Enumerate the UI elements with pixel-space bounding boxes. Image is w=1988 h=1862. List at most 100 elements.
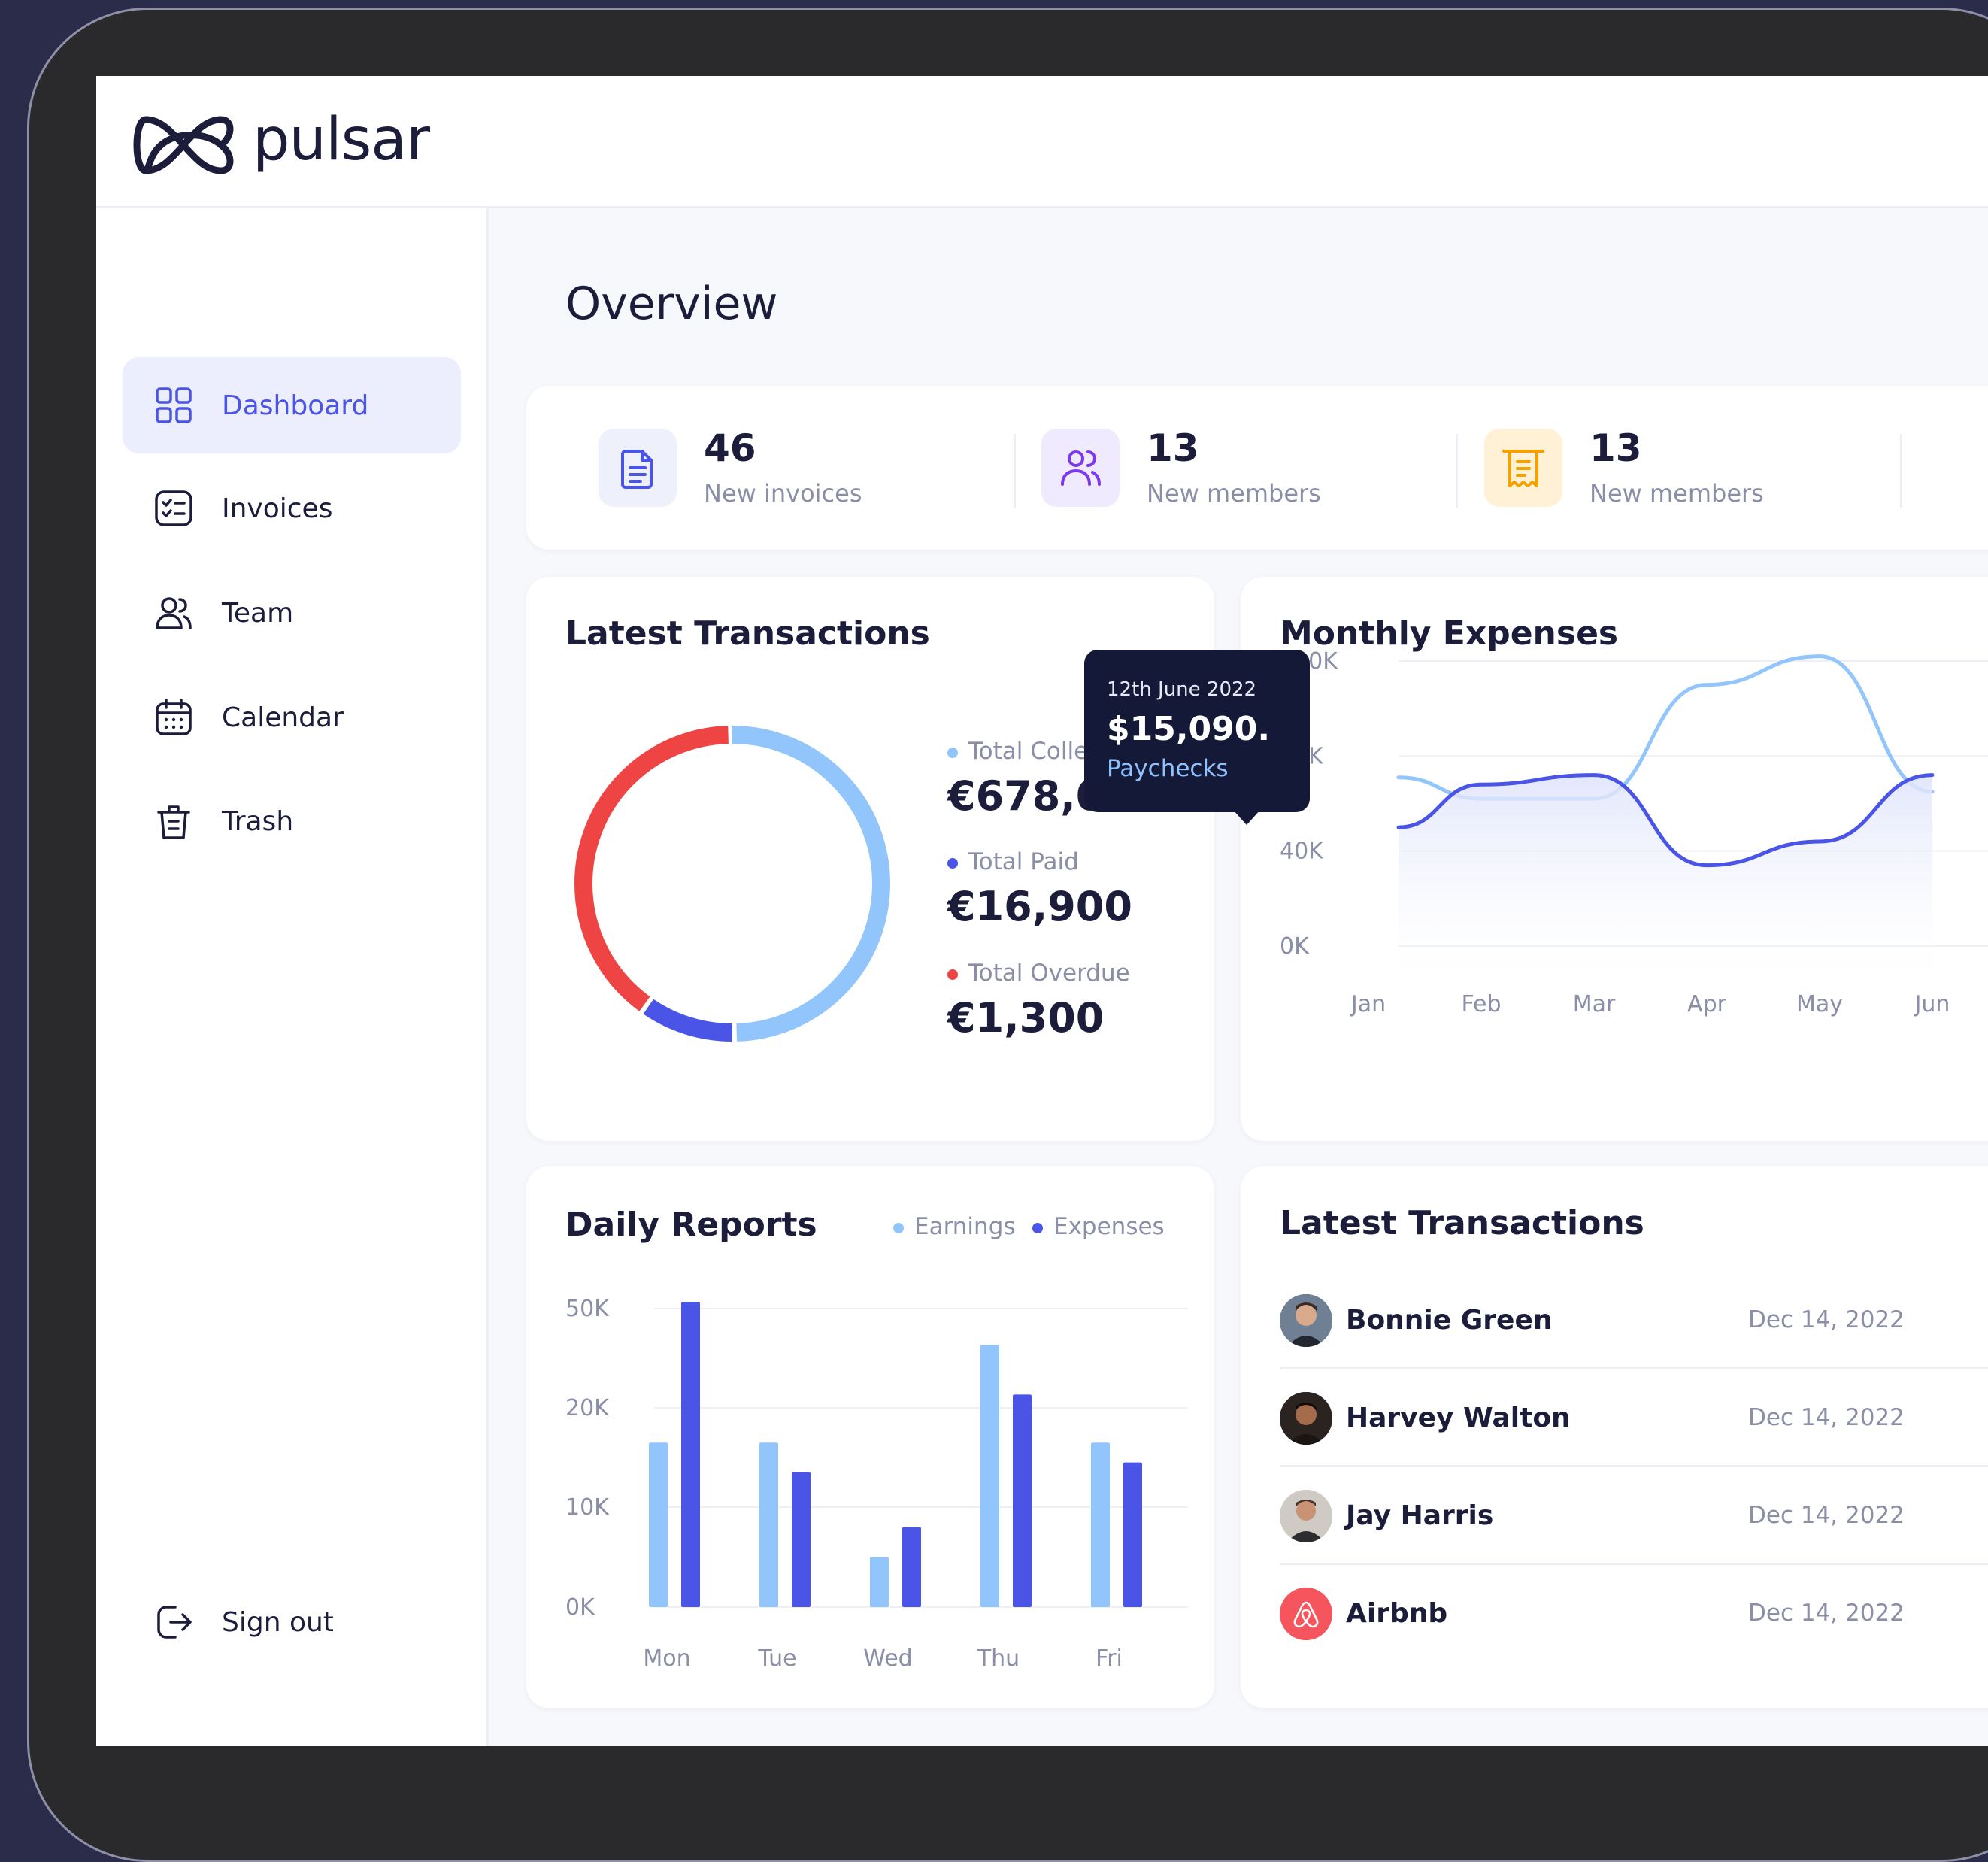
sign-out-label: Sign out bbox=[222, 1606, 334, 1638]
daily-reports-chart: 50K 20K 10K 0K Mon Tue Wed Thu Fri bbox=[565, 1296, 1188, 1672]
sidebar-item-invoices[interactable]: Invoices bbox=[123, 460, 461, 556]
tooltip-value: $15,090. bbox=[1107, 710, 1271, 748]
stat-label: New invoices bbox=[704, 479, 862, 508]
x-tick-label: Tue bbox=[757, 1645, 796, 1672]
total-overdue-value: €1,300 bbox=[947, 994, 1105, 1042]
document-icon bbox=[621, 450, 653, 489]
legend-total-overdue: Total Overdue bbox=[947, 960, 1130, 987]
stats-card: 46 New invoices 13 New members 13 New me… bbox=[526, 386, 1988, 550]
stat-divider bbox=[1014, 434, 1016, 508]
transaction-name: Jay Harris bbox=[1346, 1500, 1494, 1531]
y-tick-label: 40K bbox=[1280, 839, 1324, 865]
sidebar: Dashboard Invoices Team Calendar Trash S… bbox=[96, 208, 489, 1746]
transaction-row[interactable]: Jay Harris Dec 14, 2022 bbox=[1280, 1467, 1988, 1565]
pulsar-logo-icon bbox=[133, 116, 234, 174]
bar-earnings-fri bbox=[1091, 1442, 1110, 1607]
sidebar-item-label: Team bbox=[222, 597, 294, 629]
card-title: Latest Transactions bbox=[1280, 1204, 1644, 1242]
tooltip-arrow bbox=[1233, 810, 1260, 825]
bar-earnings-tue bbox=[759, 1442, 778, 1607]
sidebar-item-label: Invoices bbox=[222, 493, 333, 524]
receipt-icon bbox=[1502, 450, 1544, 487]
total-paid-value: €16,900 bbox=[947, 883, 1132, 930]
legend-dot bbox=[947, 969, 958, 980]
chart-tooltip: 12th June 2022 $15,090. Paychecks bbox=[1084, 650, 1310, 812]
legend-label: Total Paid bbox=[968, 848, 1079, 875]
legend-dot bbox=[947, 857, 958, 869]
stat-label: New members bbox=[1589, 479, 1764, 508]
stat-divider bbox=[1900, 434, 1902, 508]
series-line-1 bbox=[1396, 654, 1935, 801]
bar-earnings-mon bbox=[649, 1442, 668, 1607]
bar-earnings-thu bbox=[980, 1345, 999, 1607]
series-area bbox=[1399, 775, 1932, 998]
stat-icon-badge bbox=[1041, 429, 1120, 507]
bar-earnings-wed bbox=[870, 1557, 889, 1607]
y-tick-label: 10K bbox=[565, 1494, 610, 1521]
legend-dot bbox=[947, 747, 958, 758]
stat-value: 13 bbox=[1589, 426, 1642, 470]
x-tick-label: Mon bbox=[643, 1645, 690, 1672]
sidebar-item-label: Calendar bbox=[222, 702, 344, 733]
bar-expenses-thu bbox=[1013, 1394, 1032, 1607]
sidebar-item-trash[interactable]: Trash bbox=[123, 773, 461, 869]
page-title: Overview bbox=[565, 277, 778, 330]
bar-expenses-fri bbox=[1123, 1462, 1142, 1607]
stat-icon-badge bbox=[1484, 429, 1562, 507]
sign-out-button[interactable]: Sign out bbox=[123, 1574, 461, 1670]
brand-name: pulsar bbox=[253, 106, 430, 174]
y-tick-label: 0K bbox=[565, 1594, 595, 1621]
calendar-icon bbox=[156, 699, 192, 735]
users-icon bbox=[1061, 450, 1101, 486]
x-tick-label: Wed bbox=[863, 1645, 912, 1672]
grid-icon bbox=[156, 387, 192, 423]
person-avatar bbox=[1280, 1294, 1332, 1347]
transaction-name: Bonnie Green bbox=[1346, 1305, 1553, 1336]
airbnb-logo bbox=[1280, 1588, 1332, 1640]
latest-transactions-card: Latest Transactions Bonnie Green Dec 14,… bbox=[1241, 1166, 1988, 1708]
top-bar: pulsar bbox=[96, 76, 1988, 208]
x-tick-label: Thu bbox=[977, 1645, 1020, 1672]
transaction-row[interactable]: Bonnie Green Dec 14, 2022 bbox=[1280, 1272, 1988, 1369]
transaction-row[interactable]: Airbnb Dec 14, 2022 bbox=[1280, 1565, 1988, 1663]
users-icon bbox=[156, 597, 192, 629]
monthly-expenses-chart: 120K80K40K0KJanFebMarAprMayJun bbox=[1280, 648, 1988, 1017]
transaction-name: Harvey Walton bbox=[1346, 1403, 1571, 1433]
bar-expenses-tue bbox=[792, 1472, 811, 1607]
stat-icon-badge bbox=[599, 429, 677, 507]
checklist-icon bbox=[155, 490, 192, 526]
x-tick-label: Fri bbox=[1096, 1645, 1123, 1672]
donut-chart bbox=[574, 726, 890, 1042]
tooltip-category: Paychecks bbox=[1107, 755, 1229, 782]
stat-value: 46 bbox=[704, 426, 756, 470]
stat-label: New members bbox=[1147, 479, 1321, 508]
sidebar-item-calendar[interactable]: Calendar bbox=[123, 669, 461, 766]
legend-total-paid: Total Paid bbox=[947, 848, 1079, 875]
transaction-date: Dec 14, 2022 bbox=[1748, 1502, 1905, 1529]
legend-label: Total Overdue bbox=[968, 960, 1130, 987]
transaction-date: Dec 14, 2022 bbox=[1748, 1306, 1905, 1333]
person-avatar bbox=[1280, 1490, 1332, 1542]
trash-icon bbox=[157, 805, 190, 839]
y-tick-label: 0K bbox=[1280, 933, 1310, 960]
sidebar-item-dashboard[interactable]: Dashboard bbox=[123, 357, 461, 453]
y-tick-label: 50K bbox=[565, 1296, 610, 1322]
bar-expenses-mon bbox=[681, 1302, 700, 1607]
transaction-date: Dec 14, 2022 bbox=[1748, 1404, 1905, 1431]
app-screen: pulsar Dashboard Invoices Team Calendar … bbox=[96, 76, 1988, 1746]
sign-out-icon bbox=[157, 1606, 192, 1639]
bar-expenses-wed bbox=[902, 1527, 921, 1607]
stat-value: 13 bbox=[1147, 426, 1199, 470]
sidebar-item-label: Trash bbox=[222, 805, 294, 837]
card-title: Latest Transactions bbox=[565, 614, 930, 653]
daily-reports-card: Daily Reports Earnings Expenses 50K 20K 10… bbox=[526, 1166, 1214, 1708]
transaction-date: Dec 14, 2022 bbox=[1748, 1600, 1905, 1627]
person-avatar bbox=[1280, 1392, 1332, 1445]
sidebar-item-team[interactable]: Team bbox=[123, 565, 461, 661]
stat-divider bbox=[1456, 434, 1458, 508]
sidebar-item-label: Dashboard bbox=[222, 390, 369, 421]
transaction-row[interactable]: Harvey Walton Dec 14, 2022 bbox=[1280, 1369, 1988, 1467]
monthly-expenses-card: Monthly Expenses 120K80K40K0KJanFebMarAp… bbox=[1241, 577, 1988, 1141]
x-tick-label: Jan bbox=[1350, 991, 1386, 1017]
tooltip-date: 12th June 2022 bbox=[1107, 678, 1257, 701]
